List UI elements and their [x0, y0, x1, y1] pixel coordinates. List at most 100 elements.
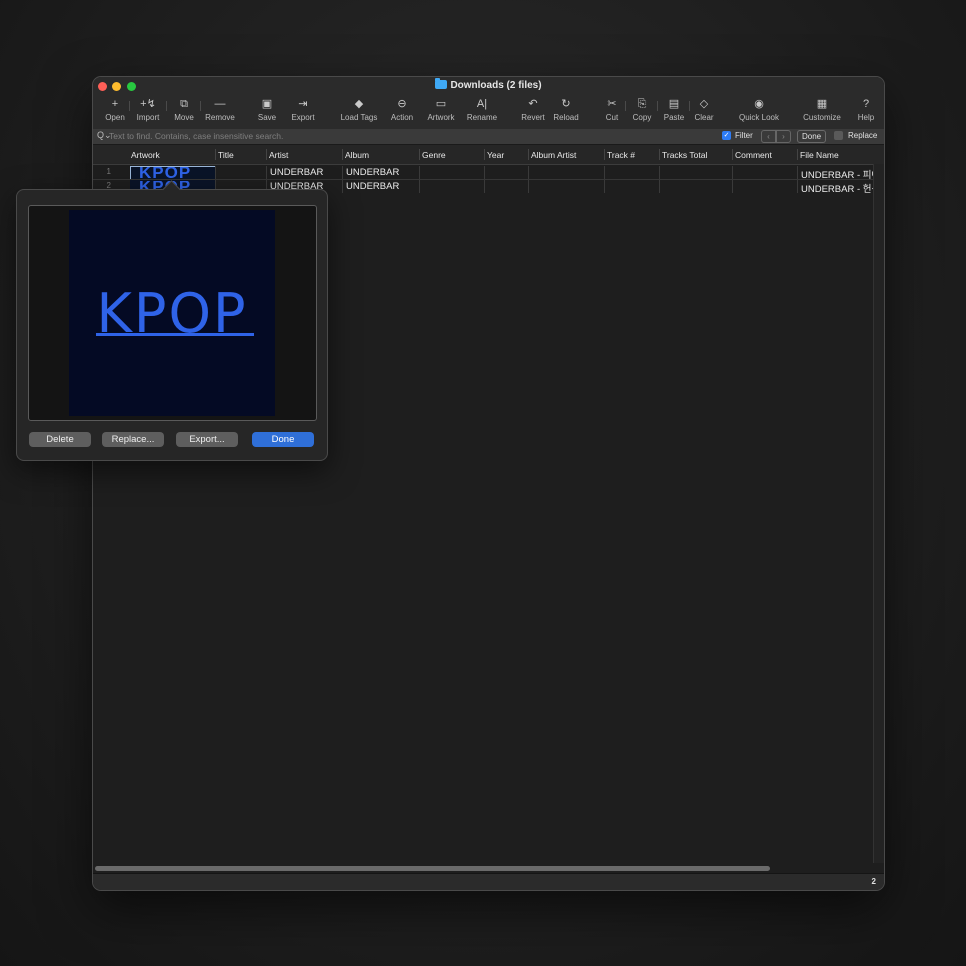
row-number: 1 — [106, 167, 111, 176]
tag-icon: ◆ — [354, 98, 364, 110]
column-header-album-artist[interactable]: Album Artist — [531, 150, 576, 160]
column-divider[interactable] — [419, 149, 420, 160]
image-icon: ▭ — [435, 98, 447, 110]
toolbar-separator — [129, 101, 130, 111]
cell-divider — [604, 180, 605, 193]
vertical-scrollbar[interactable] — [873, 164, 884, 863]
toolbar-export[interactable]: ⇥ Export — [289, 97, 317, 122]
cell-artist[interactable]: UNDERBAR — [270, 167, 340, 178]
filter-checkbox[interactable]: ✓ — [722, 131, 731, 140]
column-header-title[interactable]: Title — [218, 150, 234, 160]
column-divider[interactable] — [732, 149, 733, 160]
cell-divider — [659, 166, 660, 179]
undo-icon: ↶ — [528, 98, 538, 110]
toolbar-artwork[interactable]: ▭ Artwork — [425, 97, 457, 122]
export-artwork-button[interactable]: Export... — [176, 432, 238, 447]
toolbar-customize[interactable]: ▦ Customize — [799, 97, 845, 122]
column-header-artist[interactable]: Artist — [269, 150, 288, 160]
find-done-button[interactable]: Done — [797, 130, 827, 143]
toolbar-help[interactable]: ? Help — [855, 97, 877, 122]
previous-match-button[interactable]: ‹ — [761, 130, 776, 143]
toolbar-clear[interactable]: ◇ Clear — [691, 97, 717, 122]
horizontal-scrollbar[interactable] — [93, 863, 873, 873]
cell-divider — [484, 166, 485, 179]
customize-icon: ▦ — [816, 98, 828, 110]
table-row[interactable]: 1 KPOP UNDERBAR UNDERBAR UNDERBAR - 피아 — [93, 166, 873, 181]
delete-artwork-button[interactable]: Delete — [29, 432, 91, 447]
table-header: Artwork Title Artist Album Genre Year Al… — [93, 145, 884, 165]
artwork-logo-underline — [96, 333, 254, 336]
replace-checkbox[interactable] — [834, 131, 843, 140]
artwork-thumbnail[interactable]: KPOP — [130, 166, 216, 180]
column-header-album[interactable]: Album — [345, 150, 369, 160]
filter-label: Filter — [735, 131, 753, 140]
column-divider[interactable] — [604, 149, 605, 160]
done-button[interactable]: Done — [252, 432, 314, 447]
column-divider[interactable] — [484, 149, 485, 160]
cell-divider — [797, 180, 798, 193]
toolbar-revert[interactable]: ↶ Revert — [519, 97, 547, 122]
column-header-tracks-total[interactable]: Tracks Total — [662, 150, 707, 160]
column-header-comment[interactable]: Comment — [735, 150, 772, 160]
cell-album[interactable]: UNDERBAR — [346, 181, 418, 192]
cell-divider — [419, 166, 420, 179]
artwork-well[interactable]: KPOP — [28, 205, 317, 421]
column-divider[interactable] — [266, 149, 267, 160]
column-header-year[interactable]: Year — [487, 150, 504, 160]
eye-icon: ◉ — [754, 98, 764, 110]
toolbar-cut[interactable]: ✂ Cut — [603, 97, 621, 122]
replace-label: Replace — [848, 131, 878, 140]
toolbar-rename[interactable]: A| Rename — [465, 97, 499, 122]
action-icon: ⊖ — [397, 98, 407, 110]
artwork-popover: KPOP Delete Replace... Export... Done — [16, 180, 328, 461]
cell-divider — [732, 180, 733, 193]
file-count: 2 — [871, 877, 876, 886]
toolbar-open[interactable]: + Open — [103, 97, 127, 122]
toolbar-separator — [625, 101, 626, 111]
toolbar-action[interactable]: ⊖ Action — [388, 97, 416, 122]
column-divider[interactable] — [215, 149, 216, 160]
cell-divider — [266, 166, 267, 179]
column-header-artwork[interactable]: Artwork — [131, 150, 160, 160]
cell-divider — [342, 166, 343, 179]
column-divider[interactable] — [528, 149, 529, 160]
reload-icon: ↻ — [561, 98, 571, 110]
scissors-icon: ✂ — [607, 98, 617, 110]
save-icon: ▣ — [261, 98, 273, 110]
column-divider[interactable] — [342, 149, 343, 160]
column-header-track[interactable]: Track # — [607, 150, 635, 160]
eraser-icon: ◇ — [699, 98, 709, 110]
column-divider[interactable] — [797, 149, 798, 160]
move-icon: ⧉ — [180, 98, 188, 110]
next-match-button[interactable]: › — [776, 130, 791, 143]
find-bar: Q⌄ ✓ Filter ‹ › Done Replace — [93, 129, 884, 145]
horizontal-scroll-thumb[interactable] — [95, 866, 770, 871]
toolbar-reload[interactable]: ↻ Reload — [551, 97, 581, 122]
column-header-genre[interactable]: Genre — [422, 150, 446, 160]
cell-file-name[interactable]: UNDERBAR - 헌신 — [801, 181, 873, 195]
toolbar-move[interactable]: ⧉ Move — [171, 97, 197, 122]
toolbar-quick-look[interactable]: ◉ Quick Look — [736, 97, 782, 122]
replace-artwork-button[interactable]: Replace... — [102, 432, 164, 447]
toolbar-save[interactable]: ▣ Save — [255, 97, 279, 122]
toolbar-separator — [166, 101, 167, 111]
toolbar-separator — [689, 101, 690, 111]
column-divider[interactable] — [659, 149, 660, 160]
toolbar-load-tags[interactable]: ◆ Load Tags — [338, 97, 380, 122]
cell-divider — [732, 166, 733, 179]
copy-icon: ⎘ — [637, 98, 647, 110]
cell-divider — [604, 166, 605, 179]
toolbar-import[interactable]: +↯ Import — [134, 97, 162, 122]
cell-album[interactable]: UNDERBAR — [346, 167, 418, 178]
toolbar-paste[interactable]: ▤ Paste — [661, 97, 687, 122]
rename-icon: A| — [476, 98, 488, 110]
minus-icon: — — [214, 98, 226, 110]
toolbar-separator — [657, 101, 658, 111]
column-header-file-name[interactable]: File Name — [800, 150, 839, 160]
search-input[interactable] — [109, 130, 609, 142]
plus-icon: + — [111, 98, 119, 110]
export-icon: ⇥ — [298, 98, 308, 110]
help-icon: ? — [862, 98, 870, 110]
toolbar-remove[interactable]: — Remove — [203, 97, 237, 122]
toolbar-copy[interactable]: ⎘ Copy — [631, 97, 653, 122]
